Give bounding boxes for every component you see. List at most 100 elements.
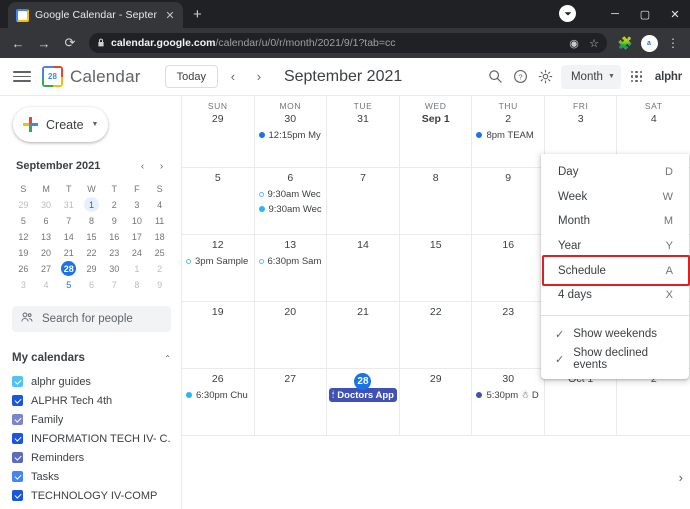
next-period-icon[interactable]: › [679,470,683,485]
view-menu-item[interactable]: Month M [541,209,689,234]
mini-day[interactable]: 21 [57,245,80,260]
day-cell[interactable]: 7 [327,168,400,235]
calendar-event[interactable]: 6:30pm Chu [182,388,254,402]
mini-day[interactable]: 8 [80,213,103,228]
mini-day[interactable]: 28 [57,261,80,276]
browser-tab[interactable]: Google Calendar - September 20 ✕ [8,2,183,28]
puzzle-icon[interactable]: 🧩 [614,31,636,55]
day-cell[interactable]: 2 [617,369,690,436]
day-cell[interactable]: 5 [182,168,255,235]
day-cell[interactable]: 16 [472,235,545,302]
browser-menu-icon[interactable]: ⋮ [662,31,684,55]
mini-day[interactable]: 2 [148,261,171,276]
day-number[interactable]: 20 [255,306,327,321]
calendar-list-item[interactable]: Tasks [12,467,173,486]
mini-day[interactable]: 10 [126,213,149,228]
gear-icon[interactable] [533,64,558,89]
calendar-event[interactable]: 6:30pm Sam [255,254,327,268]
calendar-event[interactable]: 8pm TEAM [472,128,544,142]
mini-day[interactable]: 26 [12,261,35,276]
star-icon[interactable]: ☆ [585,34,603,52]
day-cell[interactable]: 26 6:30pm Chu [182,369,255,436]
next-month-icon[interactable]: › [248,66,270,88]
mini-day[interactable]: 7 [103,277,126,292]
day-number[interactable]: 23 [472,306,544,321]
mini-day[interactable]: 5 [12,213,35,228]
mini-day[interactable]: 13 [35,229,58,244]
day-number[interactable]: 13 [255,239,327,254]
mini-day[interactable]: 18 [148,229,171,244]
day-number[interactable]: 4 [617,113,690,128]
mini-day[interactable]: 6 [35,213,58,228]
window-profile-icon[interactable] [559,5,576,22]
mini-prev-icon[interactable]: ‹ [133,157,152,176]
calendar-checkbox[interactable] [12,433,23,444]
day-cell[interactable]: 23 [472,302,545,369]
day-number[interactable]: 5 [182,172,254,187]
calendar-checkbox[interactable] [12,471,23,482]
day-cell[interactable]: 20 [254,302,328,369]
mini-day[interactable]: 9 [103,213,126,228]
calendar-list-item[interactable]: alphr guides [12,372,173,391]
avatar[interactable]: a [638,31,660,55]
calendar-event[interactable]: 12:15pm My [255,128,327,142]
minimize-button[interactable]: ─ [600,0,630,28]
view-menu-item[interactable]: Year Y [541,234,689,259]
mini-day[interactable]: 2 [103,197,126,212]
view-selector-button[interactable]: Month ▼ [560,64,621,89]
view-menu-item[interactable]: 4 days X [541,283,689,308]
mini-day[interactable]: 7 [57,213,80,228]
calendar-list-item[interactable]: TECHNOLOGY IV-COMP [12,486,173,505]
my-calendars-header[interactable]: My calendars ⌃ [12,348,171,368]
day-cell[interactable]: 29 [399,369,473,436]
day-cell[interactable]: 30 5:30pm ☃ D [472,369,545,436]
mini-day[interactable]: 4 [148,197,171,212]
apps-grid-icon[interactable] [624,64,649,89]
mini-day[interactable]: 29 [12,197,35,212]
day-number[interactable]: 16 [472,239,544,254]
calendar-event[interactable]: 5:30pm ☃ D [472,388,544,402]
mini-day[interactable]: 3 [126,197,149,212]
view-menu-item[interactable]: Day D [541,160,689,185]
mini-calendar-grid[interactable]: S M T W T F S 29 30 31 1 2 3 4 5 6 7 8 9 10 11 12 13 14 15 16 17 18… [12,181,171,292]
day-number[interactable]: 3 [545,113,617,128]
mini-day[interactable]: 3 [12,277,35,292]
day-cell[interactable]: 13 6:30pm Sam [254,235,328,302]
day-cell[interactable]: 21 [327,302,400,369]
calendar-event[interactable]: 9:30am Wec [255,202,327,216]
day-cell[interactable]: MON 30 12:15pm My [254,96,328,168]
day-cell[interactable]: 6 9:30am Wec 9:30am Wec [254,168,328,235]
help-icon[interactable]: ? [508,64,533,89]
day-number[interactable]: 21 [327,306,399,321]
mini-day[interactable]: 9 [148,277,171,292]
calendar-checkbox[interactable] [12,376,23,387]
previous-month-icon[interactable]: ‹ [222,66,244,88]
mini-day[interactable]: 15 [80,229,103,244]
mini-day[interactable]: 25 [148,245,171,260]
calendar-event[interactable]: 3pm Sample [182,254,254,268]
day-cell[interactable]: Oct 1 [544,369,618,436]
mini-day[interactable]: 5 [57,277,80,292]
mini-day[interactable]: 20 [35,245,58,260]
mini-day[interactable]: 30 [35,197,58,212]
mini-day[interactable]: 22 [80,245,103,260]
day-cell[interactable]: 14 [327,235,400,302]
calendar-checkbox[interactable] [12,452,23,463]
mini-day[interactable]: 31 [57,197,80,212]
mini-day[interactable]: 17 [126,229,149,244]
mini-day[interactable]: 4 [35,277,58,292]
day-number[interactable]: 15 [400,239,472,254]
mini-day[interactable]: 29 [80,261,103,276]
day-cell[interactable]: 19 [182,302,255,369]
mini-day[interactable]: 6 [80,277,103,292]
day-cell[interactable]: THU 2 8pm TEAM [472,96,545,168]
back-icon[interactable]: ← [6,31,30,55]
day-number[interactable]: 30 [472,373,544,388]
calendar-checkbox[interactable] [12,414,23,425]
day-cell[interactable]: 22 [399,302,473,369]
mini-day[interactable]: 14 [57,229,80,244]
day-cell[interactable]: 27 [254,369,328,436]
mini-day[interactable]: 23 [103,245,126,260]
day-number[interactable]: 19 [182,306,254,321]
mini-next-icon[interactable]: › [152,157,171,176]
